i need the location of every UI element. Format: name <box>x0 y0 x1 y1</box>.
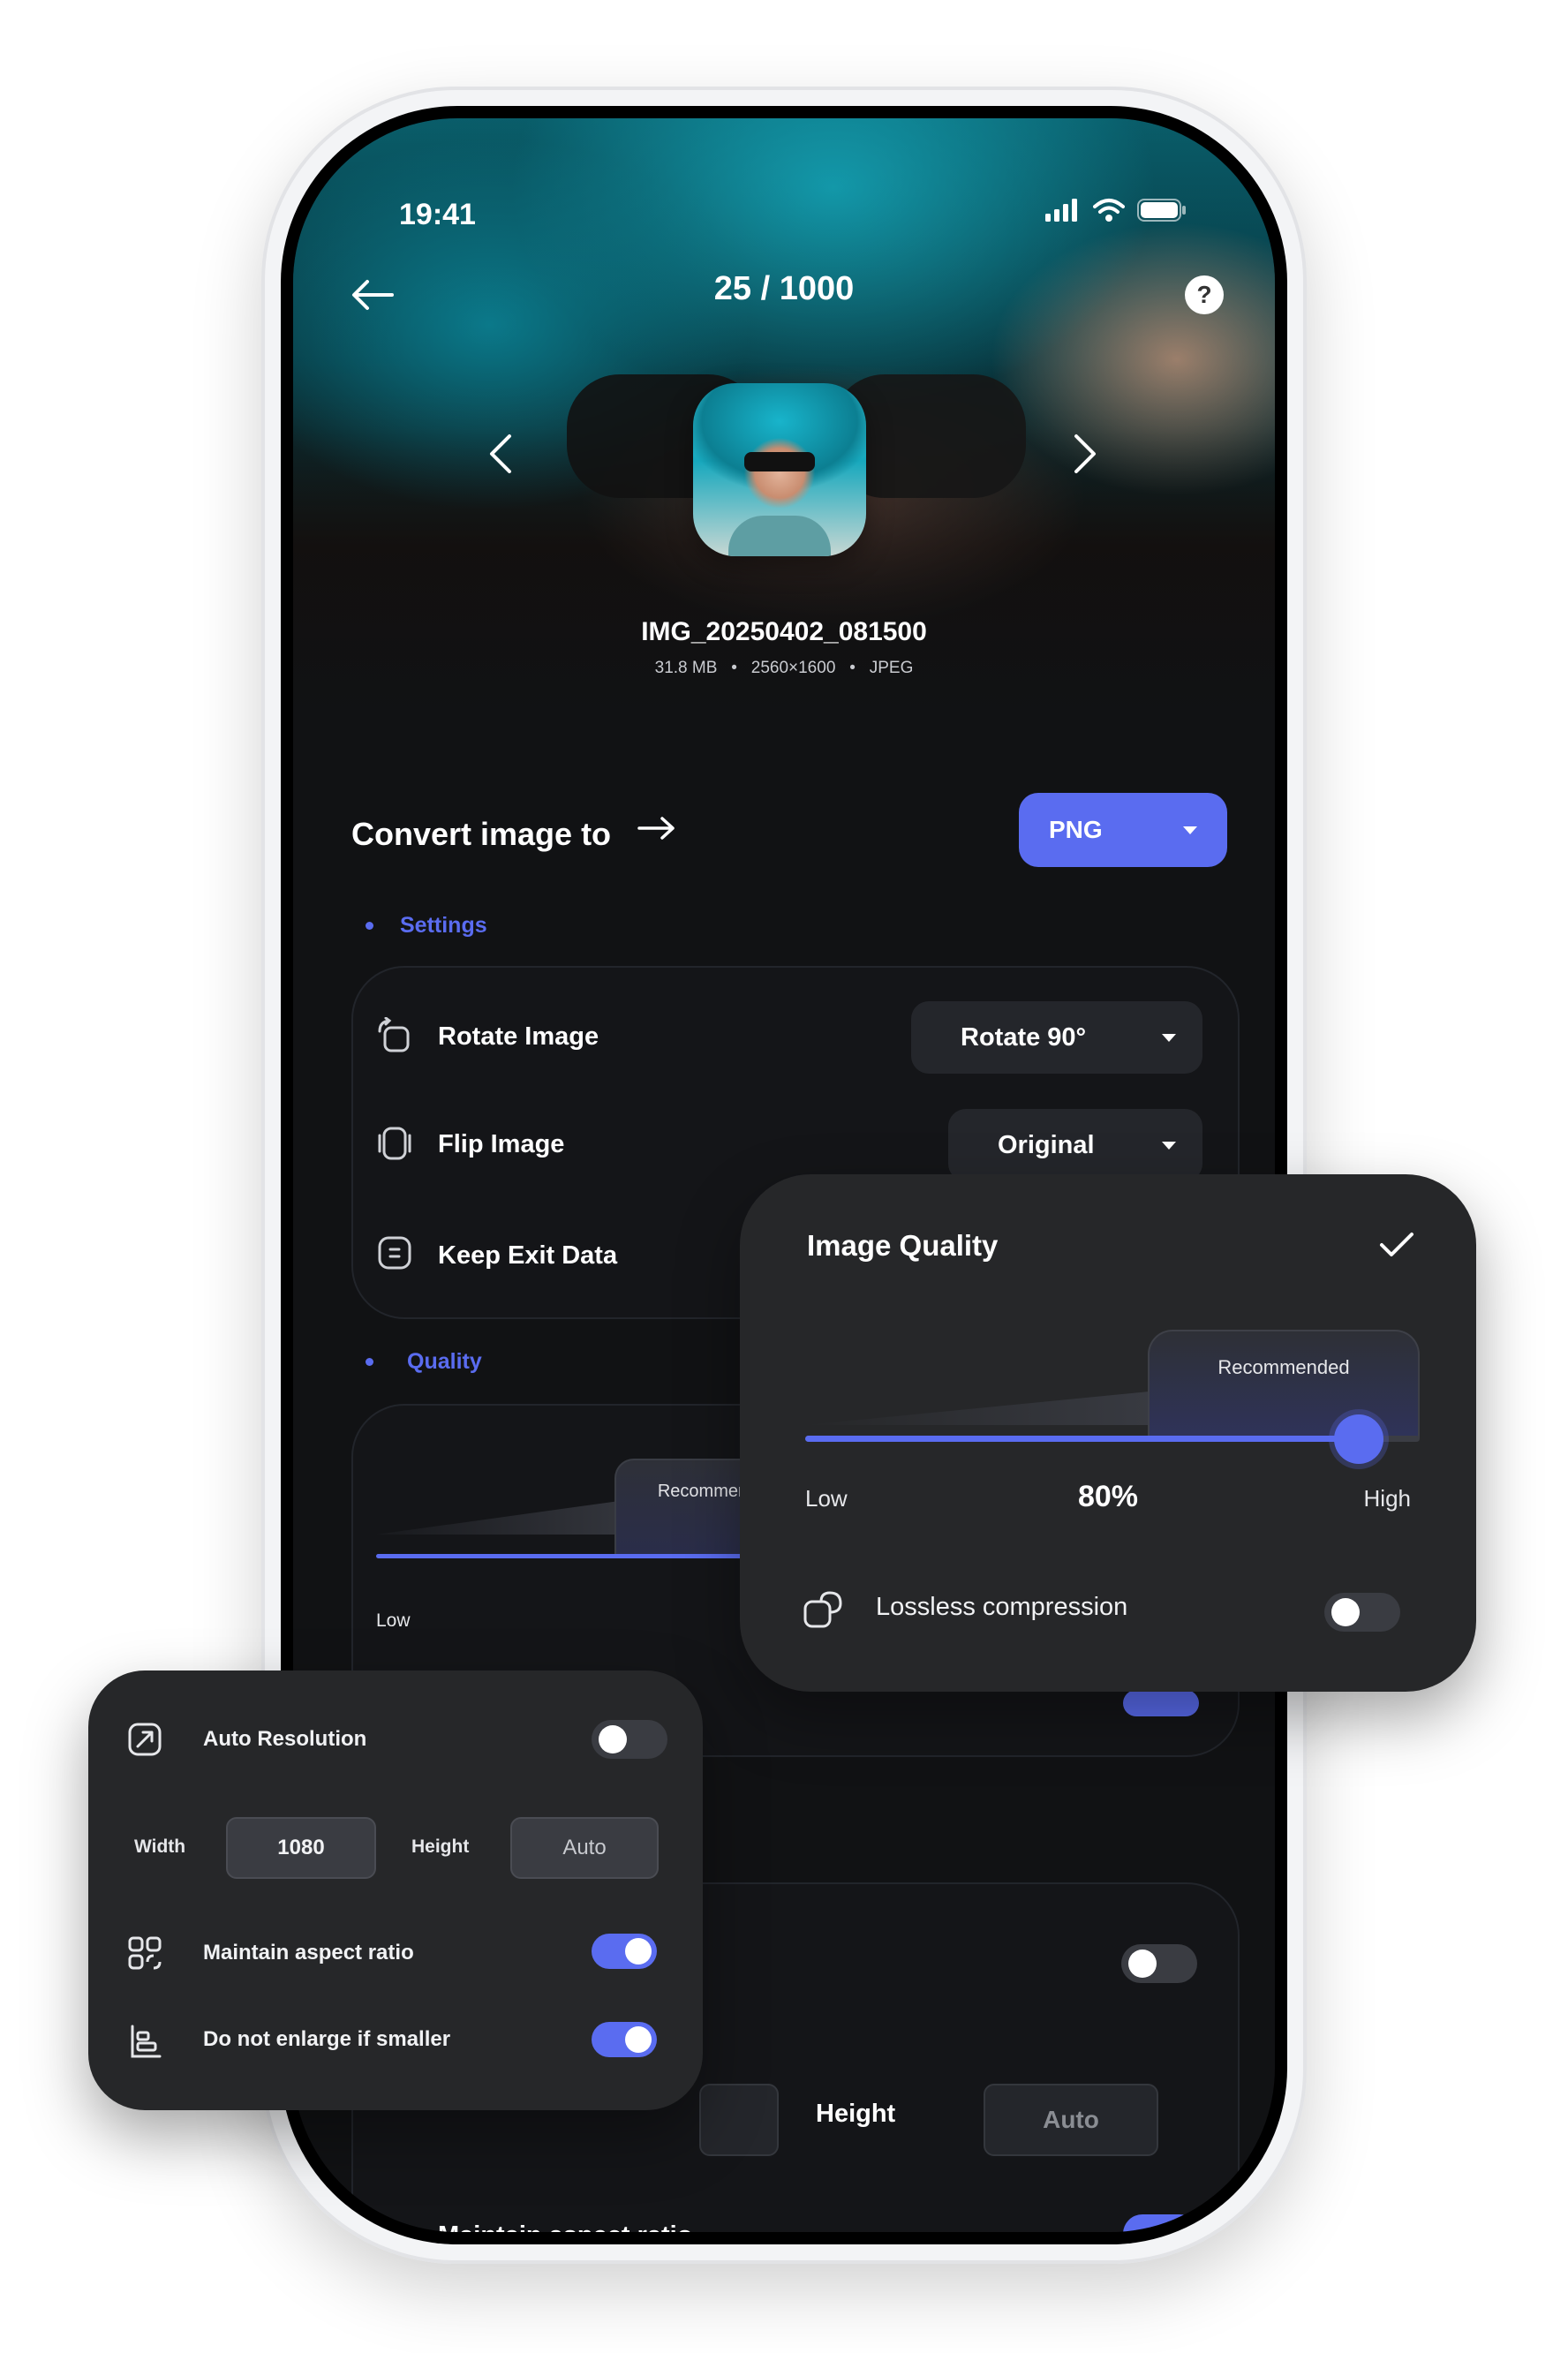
status-icons <box>1045 198 1187 222</box>
file-meta: 31.8 MB • 2560×1600 • JPEG <box>654 659 914 677</box>
resize-icon <box>127 1722 162 1761</box>
file-type: JPEG <box>869 659 914 677</box>
no-enlarge-label: Do not enlarge if smaller <box>203 2027 451 2051</box>
align-icon <box>376 2214 413 2232</box>
exif-icon <box>376 1234 413 1271</box>
quality-slider-thumb[interactable] <box>1333 1414 1383 1464</box>
image-thumbnail[interactable] <box>693 383 866 556</box>
image-quality-card: Image Quality Recommended Low 80% High L… <box>740 1174 1476 1692</box>
lossless-toggle[interactable] <box>1324 1593 1400 1632</box>
chevron-left-icon <box>490 434 511 473</box>
flip-label: Flip Image <box>438 1130 565 1158</box>
previous-image-button[interactable] <box>479 427 523 480</box>
chevron-right-icon <box>1074 434 1096 473</box>
battery-icon <box>1137 199 1186 222</box>
auto-resolution-label: Auto Resolution <box>203 1727 367 1751</box>
quality-slider[interactable] <box>376 1554 747 1558</box>
rotate-icon <box>376 1017 413 1054</box>
confirm-button[interactable] <box>1379 1231 1414 1263</box>
status-time: 19:41 <box>399 198 476 231</box>
settings-section-label: Settings <box>366 913 487 939</box>
maintain-aspect-toggle-bg[interactable] <box>1123 2214 1199 2232</box>
height-field-bg[interactable]: Auto <box>984 2084 1158 2156</box>
align-icon <box>127 2024 162 2063</box>
width-label: Width <box>134 1836 186 1857</box>
maintain-aspect-label: Maintain aspect ratio <box>203 1941 414 1965</box>
width-field[interactable]: 1080 <box>226 1817 376 1879</box>
lossless-label: Lossless compression <box>876 1593 1128 1621</box>
format-dropdown[interactable]: PNG <box>1019 793 1227 867</box>
quality-low-label: Low <box>376 1610 411 1631</box>
help-icon: ? <box>1196 281 1212 308</box>
quality-high-label: High <box>1363 1485 1411 1512</box>
caret-down-icon <box>1162 1033 1176 1042</box>
auto-resolution-toggle[interactable] <box>592 1720 667 1759</box>
quality-section-label: Quality <box>366 1349 482 1375</box>
wifi-icon <box>1093 199 1125 222</box>
caret-down-icon <box>1162 1141 1176 1150</box>
file-name: IMG_20250402_081500 <box>641 617 927 646</box>
rotate-label: Rotate Image <box>438 1022 599 1051</box>
flip-icon <box>376 1125 413 1162</box>
flip-dropdown[interactable]: Original <box>948 1109 1202 1181</box>
file-dimensions: 2560×1600 <box>750 659 836 677</box>
file-size: 31.8 MB <box>654 659 718 677</box>
height-field[interactable]: Auto <box>510 1817 659 1879</box>
check-icon <box>1380 1233 1413 1256</box>
image-counter: 25 / 1000 <box>713 270 855 307</box>
convert-label: Convert image to <box>351 816 612 852</box>
caret-down-icon <box>1183 826 1197 834</box>
height-label: Height <box>411 1836 470 1857</box>
arrow-right-icon <box>637 816 676 845</box>
exif-label: Keep Exit Data <box>438 1241 618 1270</box>
signal-icon <box>1045 199 1077 222</box>
no-enlarge-toggle[interactable] <box>592 2022 657 2057</box>
auto-resolution-toggle-bg[interactable] <box>1121 1944 1197 1983</box>
maintain-aspect-label-bg: Maintain aspect ratio <box>438 2221 692 2232</box>
quality-slider-fill <box>805 1436 1359 1442</box>
rotate-dropdown[interactable]: Rotate 90° <box>911 1001 1202 1074</box>
aspect-ratio-icon <box>127 1935 162 1975</box>
auto-resolution-card: Auto Resolution Width 1080 Height Auto M… <box>88 1670 703 2110</box>
format-value: PNG <box>1049 816 1103 843</box>
maintain-aspect-toggle[interactable] <box>592 1934 657 1969</box>
help-button[interactable]: ? <box>1185 275 1224 314</box>
recommended-badge: Recommended <box>1148 1330 1420 1439</box>
image-quality-title: Image Quality <box>807 1229 999 1262</box>
lossless-icon <box>802 1589 844 1636</box>
height-label-bg: Height <box>816 2100 896 2128</box>
next-image-button[interactable] <box>1063 427 1107 480</box>
